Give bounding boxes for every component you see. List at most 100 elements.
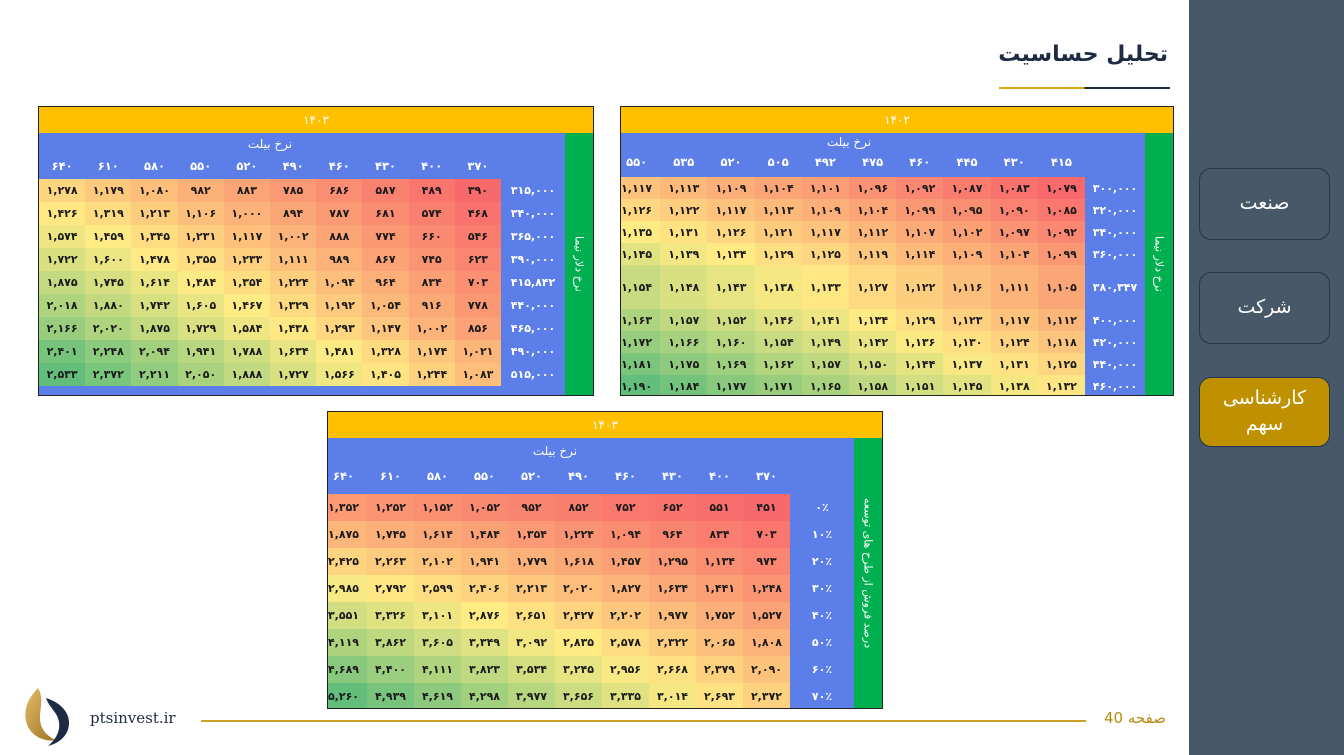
- table-cell: ۱,۴۶۷: [223, 294, 270, 317]
- table-cell: ۱,۰۹۹: [1037, 243, 1085, 265]
- table-cell: ۱,۲۹۵: [649, 548, 696, 575]
- table-cell: ۱,۱۳۵: [621, 221, 661, 243]
- table-cell: ۳,۵۳۴: [508, 656, 555, 683]
- sensitivity-table-1402: ۱۴۰۲ نرخ دلار نیما نرخ بیلت ۴۱۵ ۴۳۰ ۴۴۵ ۴۶۰ ۴۷۵…: [620, 106, 1174, 396]
- table-cell: ۱,۹۴۱: [461, 548, 508, 575]
- table-cell: ۱,۱۶۶: [660, 331, 708, 353]
- table-cell: ۱,۴۷۸: [131, 248, 178, 271]
- table-cell: ۸۵۲: [555, 494, 602, 521]
- table-cell: ۱,۱۶۲: [754, 353, 802, 375]
- table-cell: ۷۸۵: [270, 179, 317, 202]
- table-cell: ۱,۱۱۷: [223, 225, 270, 248]
- table-cell: ۱,۱۰۷: [896, 221, 944, 243]
- table-cell: ۲,۹۸۵: [328, 575, 367, 602]
- table-cell: ۴۸۹: [408, 179, 455, 202]
- nav-company-label: شرکت: [1237, 296, 1292, 319]
- table-cell: ۱,۱۰۴: [990, 243, 1038, 265]
- table-cell: ۱,۱۱۸: [1037, 331, 1085, 353]
- column-header: ۵۲۰: [720, 155, 742, 169]
- table-cell: ۱,۱۴۸: [660, 265, 708, 309]
- website-link[interactable]: ptsinvest.ir: [90, 709, 176, 727]
- table-cell: ۲,۴۲۷: [555, 602, 602, 629]
- table-cell: ۴,۲۹۸: [461, 683, 508, 708]
- table-cell: ۱,۳۱۹: [85, 202, 132, 225]
- table-cell: ۱,۳۵۲: [328, 494, 367, 521]
- table-cell: ۱,۱۶۳: [621, 309, 661, 331]
- table-cell: ۱,۱۳۷: [943, 353, 991, 375]
- table-cell: ۴,۶۱۹: [414, 683, 461, 708]
- table-cell: ۱,۰۷۹: [1037, 177, 1085, 199]
- title-underline: [999, 87, 1170, 89]
- column-header: ۳۷۰: [755, 469, 778, 483]
- table-cell: ۲,۱۰۲: [414, 548, 461, 575]
- table-cell: ۱,۵۸۴: [223, 317, 270, 340]
- row-header: ۳۴۰,۰۰۰: [1092, 225, 1138, 239]
- table-cell: ۱,۱۷۴: [408, 340, 455, 363]
- table-cell: ۱,۵۶۶: [316, 363, 363, 386]
- table-cell: ۱,۹۷۷: [649, 602, 696, 629]
- table-cell: ۲,۸۷۶: [461, 602, 508, 629]
- table-cell: ۷۷۸: [454, 294, 501, 317]
- column-header: ۴۹۰: [282, 159, 304, 173]
- table-cell: ۱,۱۰۴: [849, 199, 897, 221]
- row-header: ۳۸۰,۳۴۷: [1092, 280, 1138, 294]
- column-header: ۴۳۰: [374, 159, 397, 173]
- table-cell: ۱,۱۸۱: [621, 353, 661, 375]
- table-cell: ۱,۱۰۴: [754, 177, 802, 199]
- table-cell: ۲,۹۵۶: [602, 656, 649, 683]
- table-cell: ۲,۵۳۳: [39, 363, 86, 386]
- row-header: ۳۱۵,۰۰۰: [510, 184, 556, 197]
- table-cell: ۹۶۴: [649, 521, 696, 548]
- sidebar: صنعت شرکت کارشناسی سهم: [1189, 0, 1344, 755]
- table-cell: ۱,۱۰۱: [801, 177, 849, 199]
- table-cell: ۳,۸۲۳: [461, 656, 508, 683]
- table-cell: ۱,۱۲۲: [896, 265, 944, 309]
- row-header: ۳۲۰,۰۰۰: [1092, 203, 1138, 217]
- table-cell: ۱,۱۴۴: [896, 353, 944, 375]
- table-cell: ۳,۶۵۶: [555, 683, 602, 708]
- table-cell: ۴,۱۱۹: [328, 629, 367, 656]
- table-cell: ۲,۰۹۴: [131, 340, 178, 363]
- table-cell: ۱,۶۳۴: [649, 575, 696, 602]
- table-cell: ۱,۵۷۴: [39, 225, 86, 248]
- table-cell: ۹۷۳: [743, 548, 790, 575]
- column-header: ۵۳۵: [673, 155, 695, 169]
- column-header: ۴۶۰: [909, 155, 931, 169]
- table-cell: ۱,۱۶۵: [801, 375, 849, 395]
- table-cell: ۸۸۸: [316, 225, 363, 248]
- table-cell: ۵۸۷: [362, 179, 409, 202]
- table-cell: ۹۸۲: [177, 179, 224, 202]
- table-cell: ۲,۰۱۸: [39, 294, 86, 317]
- table-cell: ۲,۴۲۵: [328, 548, 367, 575]
- table-cell: ۳,۰۱۴: [649, 683, 696, 708]
- table-cell: ۴,۹۳۹: [367, 683, 414, 708]
- table-cell: ۱,۶۳۴: [270, 340, 317, 363]
- table-cell: ۱,۰۹۹: [896, 199, 944, 221]
- table-cell: ۲,۶۹۳: [696, 683, 743, 708]
- table-cell: ۱,۱۷۲: [621, 331, 661, 353]
- table-cell: ۱,۴۲۶: [39, 202, 86, 225]
- table-cell: ۱,۰۹۴: [602, 521, 649, 548]
- table-cell: ۱,۹۴۱: [177, 340, 224, 363]
- table-cell: ۱,۱۱۱: [270, 248, 317, 271]
- table-cell: ۳,۶۰۵: [414, 629, 461, 656]
- ticket-rate-label: نرخ بیلت: [826, 135, 872, 149]
- table-cell: ۱,۸۸۰: [85, 294, 132, 317]
- row-header: ۷۰٪: [811, 690, 833, 703]
- nav-valuation-button[interactable]: کارشناسی سهم: [1199, 377, 1330, 447]
- table-cell: ۱,۱۶۹: [707, 353, 755, 375]
- panel-side-label: نرخ دلار نیما: [565, 133, 593, 395]
- table-cell: ۲,۳۷۲: [743, 683, 790, 708]
- column-header: ۵۲۰: [236, 159, 258, 173]
- table-cell: ۱,۰۸۳: [990, 177, 1038, 199]
- column-header: ۶۴۰: [332, 469, 355, 483]
- nav-industry-button[interactable]: صنعت: [1199, 168, 1330, 240]
- table-cell: ۱,۱۲۲: [660, 199, 708, 221]
- table-cell: ۱,۱۵۸: [849, 375, 897, 395]
- table-cell: ۱,۱۳۰: [943, 331, 991, 353]
- nav-company-button[interactable]: شرکت: [1199, 272, 1330, 344]
- table-cell: ۱,۰۹۲: [1037, 221, 1085, 243]
- table-cell: ۱,۱۲۶: [707, 221, 755, 243]
- table-cell: ۱,۱۱۲: [1037, 309, 1085, 331]
- table-cell: ۱,۰۰۰: [223, 202, 270, 225]
